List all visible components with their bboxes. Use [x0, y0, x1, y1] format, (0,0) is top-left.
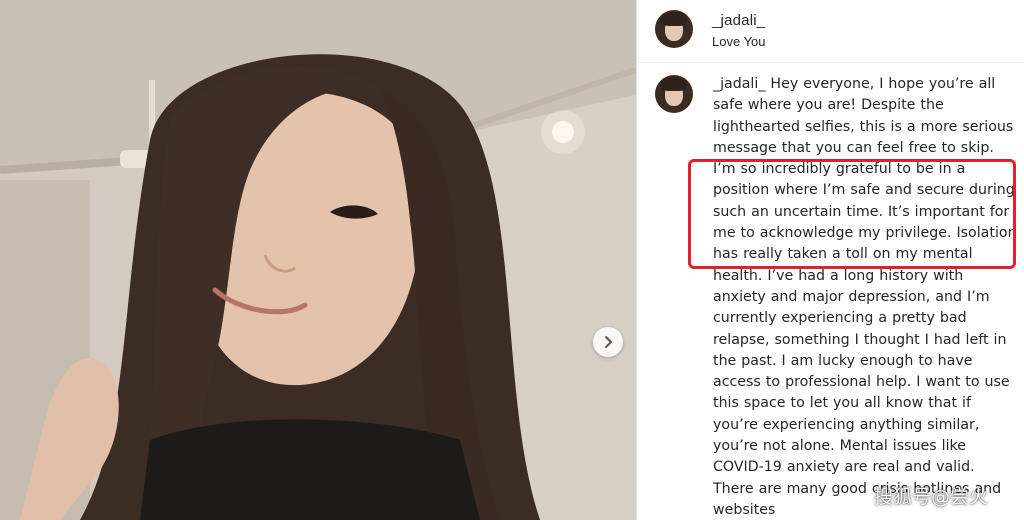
post-caption: _jadali_ Hey everyone, I hope you’re all …	[713, 74, 1019, 520]
header-username[interactable]: _jadali_	[712, 12, 765, 29]
header-divider	[637, 62, 1024, 63]
next-photo-button[interactable]	[593, 327, 623, 357]
watermark: 搜狐号@尝火	[874, 486, 989, 508]
post-header: _jadali_ Love You	[637, 0, 1024, 62]
caption-text: Hey everyone, I hope you’re all safe whe…	[713, 76, 1017, 518]
header-location[interactable]: Love You	[712, 34, 766, 49]
caption-username[interactable]: _jadali_	[713, 76, 765, 92]
avatar[interactable]	[655, 10, 693, 48]
post-sidebar: _jadali_ Love You _jadali_ Hey everyone, …	[637, 0, 1024, 520]
selfie-image	[0, 0, 636, 520]
chevron-right-icon	[605, 336, 612, 348]
post-photo	[0, 0, 636, 520]
caption-avatar[interactable]	[655, 75, 693, 113]
